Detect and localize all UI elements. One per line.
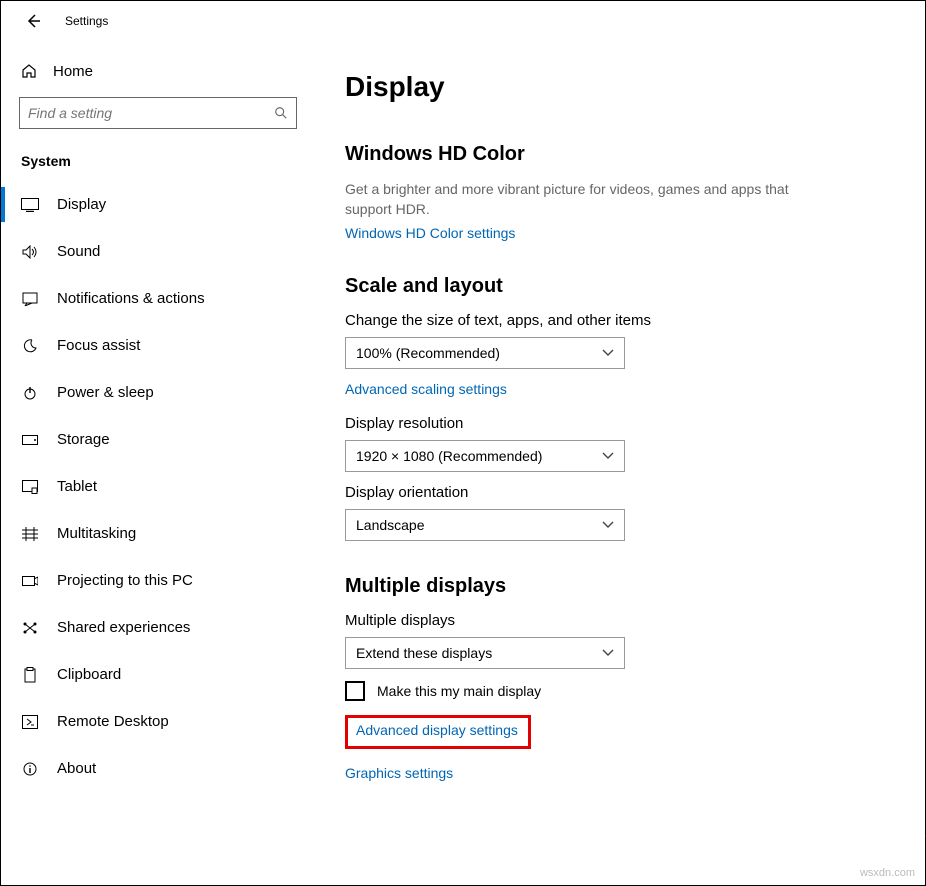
sidebar-item-label: Power & sleep: [57, 384, 154, 401]
resolution-label: Display resolution: [345, 415, 925, 432]
sidebar-item-about[interactable]: About: [1, 745, 310, 792]
header-title: Settings: [65, 14, 108, 28]
watermark: wsxdn.com: [860, 867, 915, 879]
sidebar-item-projecting[interactable]: Projecting to this PC: [1, 557, 310, 604]
advanced-display-settings-highlight: Advanced display settings: [345, 715, 531, 749]
hd-color-section: Windows HD Color Get a brighter and more…: [345, 143, 925, 241]
chevron-down-icon: [602, 521, 614, 529]
sidebar-item-shared[interactable]: Shared experiences: [1, 604, 310, 651]
scale-size-dropdown[interactable]: 100% (Recommended): [345, 337, 625, 369]
sidebar-item-sound[interactable]: Sound: [1, 228, 310, 275]
tablet-icon: [19, 480, 41, 494]
advanced-display-settings-link[interactable]: Advanced display settings: [356, 722, 518, 738]
sidebar-item-label: Remote Desktop: [57, 713, 169, 730]
sidebar-item-tablet[interactable]: Tablet: [1, 463, 310, 510]
orientation-value: Landscape: [356, 517, 425, 533]
main-panel: Display Windows HD Color Get a brighter …: [311, 41, 925, 885]
checkbox-icon: [345, 681, 365, 701]
remote-icon: [19, 715, 41, 729]
clipboard-icon: [19, 667, 41, 683]
sidebar-item-label: Focus assist: [57, 337, 140, 354]
project-icon: [19, 574, 41, 588]
sidebar-item-remote-desktop[interactable]: Remote Desktop: [1, 698, 310, 745]
shared-icon: [19, 621, 41, 635]
page-title: Display: [345, 71, 925, 103]
scale-heading: Scale and layout: [345, 275, 925, 298]
chevron-down-icon: [602, 349, 614, 357]
sidebar-item-storage[interactable]: Storage: [1, 416, 310, 463]
chevron-down-icon: [602, 452, 614, 460]
chevron-down-icon: [602, 649, 614, 657]
back-button[interactable]: [21, 9, 45, 33]
sidebar-item-notifications[interactable]: Notifications & actions: [1, 275, 310, 322]
arrow-left-icon: [25, 13, 41, 29]
window-header: Settings: [1, 1, 925, 41]
sidebar-section-title: System: [21, 153, 292, 169]
monitor-icon: [19, 198, 41, 212]
sidebar-item-label: About: [57, 760, 96, 777]
notification-icon: [19, 292, 41, 306]
multiple-displays-section: Multiple displays Multiple displays Exte…: [345, 575, 925, 781]
sidebar-item-label: Multitasking: [57, 525, 136, 542]
orientation-label: Display orientation: [345, 484, 925, 501]
orientation-dropdown[interactable]: Landscape: [345, 509, 625, 541]
sidebar-item-label: Notifications & actions: [57, 290, 205, 307]
scale-size-label: Change the size of text, apps, and other…: [345, 312, 925, 329]
sidebar-item-label: Display: [57, 196, 106, 213]
home-icon: [19, 63, 39, 79]
multi-heading: Multiple displays: [345, 575, 925, 598]
resolution-value: 1920 × 1080 (Recommended): [356, 448, 542, 464]
graphics-settings-link[interactable]: Graphics settings: [345, 765, 925, 781]
hd-desc: Get a brighter and more vibrant picture …: [345, 180, 815, 219]
multi-label: Multiple displays: [345, 612, 925, 629]
sidebar-item-label: Projecting to this PC: [57, 572, 193, 589]
power-icon: [19, 386, 41, 400]
sidebar: Home System Display Sound Notifications …: [1, 41, 311, 885]
sidebar-item-focus-assist[interactable]: Focus assist: [1, 322, 310, 369]
scale-layout-section: Scale and layout Change the size of text…: [345, 275, 925, 541]
main-display-checkbox[interactable]: Make this my main display: [345, 681, 925, 701]
advanced-scaling-link[interactable]: Advanced scaling settings: [345, 381, 925, 397]
multitask-icon: [19, 527, 41, 541]
sound-icon: [19, 245, 41, 259]
storage-icon: [19, 435, 41, 445]
search-icon: [274, 106, 288, 120]
sidebar-item-multitasking[interactable]: Multitasking: [1, 510, 310, 557]
search-field[interactable]: [28, 105, 274, 121]
sidebar-item-label: Storage: [57, 431, 110, 448]
search-input[interactable]: [19, 97, 297, 129]
hd-heading: Windows HD Color: [345, 143, 925, 166]
sidebar-item-label: Shared experiences: [57, 619, 190, 636]
sidebar-item-label: Clipboard: [57, 666, 121, 683]
main-display-label: Make this my main display: [377, 683, 541, 699]
sidebar-item-label: Sound: [57, 243, 100, 260]
home-label: Home: [53, 63, 93, 80]
moon-icon: [19, 339, 41, 353]
sidebar-home[interactable]: Home: [19, 51, 292, 91]
multi-value: Extend these displays: [356, 645, 492, 661]
sidebar-item-power[interactable]: Power & sleep: [1, 369, 310, 416]
sidebar-item-clipboard[interactable]: Clipboard: [1, 651, 310, 698]
info-icon: [19, 762, 41, 776]
multiple-displays-dropdown[interactable]: Extend these displays: [345, 637, 625, 669]
resolution-dropdown[interactable]: 1920 × 1080 (Recommended): [345, 440, 625, 472]
scale-size-value: 100% (Recommended): [356, 345, 500, 361]
hd-color-settings-link[interactable]: Windows HD Color settings: [345, 225, 925, 241]
sidebar-item-label: Tablet: [57, 478, 97, 495]
sidebar-item-display[interactable]: Display: [1, 181, 310, 228]
